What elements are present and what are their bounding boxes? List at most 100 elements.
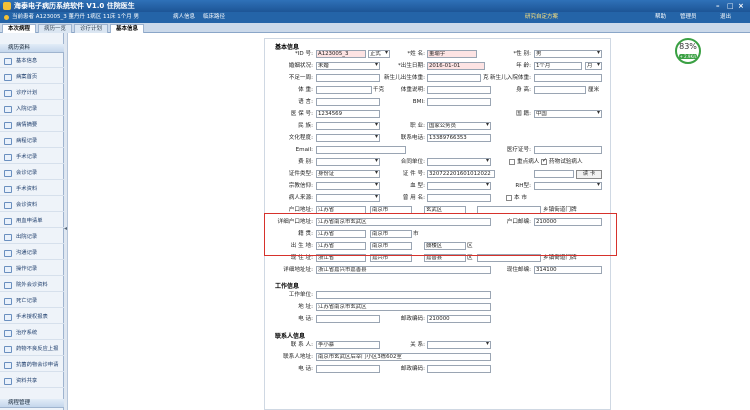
age-unit-select[interactable]: 月	[585, 62, 602, 70]
sidebar-item[interactable]: 出院记录	[0, 231, 64, 244]
newborn-weight-input[interactable]	[427, 74, 481, 82]
email-label: Email:	[295, 147, 313, 153]
close-icon[interactable]: ×	[738, 0, 744, 12]
contact-addr-input[interactable]: 南京市玄武区后宰门小区3栋602室	[316, 353, 491, 361]
sex-select[interactable]: 男	[534, 50, 602, 58]
bmi-input[interactable]	[427, 98, 491, 106]
height-input[interactable]	[534, 86, 586, 94]
weight-note-input[interactable]	[427, 86, 491, 94]
relation-select[interactable]	[427, 341, 491, 349]
sidebar-item[interactable]: 沟通记录	[0, 247, 64, 260]
document-icon	[4, 186, 12, 193]
tab-current-course[interactable]: 本次病程	[2, 24, 37, 33]
idno-extra-input[interactable]	[534, 170, 574, 178]
tab-basic-info[interactable]: 基本信息	[110, 24, 145, 33]
sidebar-item-label: 沟通记录	[16, 250, 38, 256]
marital-select[interactable]: 未婚	[316, 62, 380, 70]
rh-select[interactable]	[534, 182, 602, 190]
document-icon	[4, 298, 12, 305]
blood-select[interactable]	[427, 182, 491, 190]
sidebar-item[interactable]: 操作记录	[0, 263, 64, 276]
religion-select[interactable]	[316, 182, 380, 190]
document-icon	[4, 122, 12, 129]
workzip-input[interactable]: 210000	[427, 315, 491, 323]
current-detail-input[interactable]: 浙江省嘉兴市嘉善县	[316, 266, 491, 274]
sidebar-item[interactable]: 会诊记录	[0, 167, 64, 180]
source-select[interactable]	[316, 194, 380, 202]
sidebar-item[interactable]: 院外会诊资料	[0, 279, 64, 292]
weight-label: 体 重:	[298, 87, 313, 93]
sidebar-item[interactable]: 诊疗计划	[0, 87, 64, 100]
height-unit: 厘米	[588, 87, 600, 93]
email-input[interactable]	[316, 146, 406, 154]
sidebar-splitter[interactable]: ◂	[64, 33, 68, 410]
current-detail-label: 详细地址址:	[283, 267, 313, 273]
help-link[interactable]: 帮助	[655, 12, 666, 23]
sidebar-item[interactable]: 手术资料	[0, 183, 64, 196]
contact-zip-input[interactable]	[427, 365, 491, 373]
age-input[interactable]: 1个月	[534, 62, 582, 70]
nation-select[interactable]	[316, 122, 380, 130]
lang-input[interactable]	[316, 98, 380, 106]
maximize-icon[interactable]: □	[727, 0, 734, 12]
sidebar-item[interactable]: 治疗系统	[0, 327, 64, 340]
sidebar-item[interactable]: 手术记录	[0, 151, 64, 164]
vip-checkbox[interactable]	[509, 159, 515, 165]
birth-input[interactable]: 2016-01-01	[427, 62, 485, 70]
sidebar-item[interactable]: 病程记录	[0, 135, 64, 148]
weight-input[interactable]	[316, 86, 372, 94]
document-icon	[4, 170, 12, 177]
contact-phone-input[interactable]	[316, 365, 380, 373]
id-input[interactable]: A123005_3	[316, 50, 366, 58]
tab-treatment-plan[interactable]: 诊疗计划	[74, 24, 109, 33]
sidebar-item[interactable]: 药物不良反应上报	[0, 343, 64, 356]
phone-input[interactable]: 13389766353	[427, 134, 491, 142]
edu-select[interactable]	[316, 134, 380, 142]
contact-input[interactable]: 李小慕	[316, 341, 380, 349]
noweek-input[interactable]	[316, 74, 380, 82]
tab-record-list[interactable]: 病历一览	[38, 24, 73, 33]
newborn-in-input[interactable]	[534, 74, 602, 82]
workphone-input[interactable]	[316, 315, 380, 323]
notice-link[interactable]: 研究自定方案	[525, 12, 558, 23]
sidebar-item[interactable]: 死亡记录	[0, 295, 64, 308]
marital-label: 婚姻状况:	[288, 63, 313, 69]
sidebar-item[interactable]: 会诊资料	[0, 199, 64, 212]
alias-input[interactable]	[427, 194, 491, 202]
idno-input[interactable]: 320722201601012022	[427, 170, 495, 178]
local-checkbox[interactable]	[506, 195, 512, 201]
medcard-input[interactable]	[534, 146, 602, 154]
progress-badge: 83% + 2.9K/s	[675, 38, 701, 64]
patient-info-button[interactable]: 病人信息	[170, 12, 198, 23]
current-zip-input[interactable]: 314100	[534, 266, 602, 274]
minimize-icon[interactable]: –	[716, 0, 720, 12]
sidebar-item[interactable]: 抗菌药物会诊申请	[0, 359, 64, 372]
contract-select[interactable]	[427, 158, 491, 166]
name-input[interactable]: 董瑜宇	[427, 50, 477, 58]
job-select[interactable]: 国家公务员	[427, 122, 491, 130]
sidebar-item[interactable]: 手术授权报表	[0, 311, 64, 324]
sidebar-item-label: 用血申请单	[16, 218, 43, 224]
insurance-input[interactable]: 1234569	[316, 110, 380, 118]
idtype-select[interactable]: 身份证	[316, 170, 380, 178]
collapse-arrow-icon[interactable]: ◂	[64, 225, 67, 232]
workaddr-input[interactable]: 江苏省南京市玄武区	[316, 303, 491, 311]
workunit-input[interactable]	[316, 291, 491, 299]
clinical-path-button[interactable]: 临床路径	[200, 12, 228, 23]
document-icon	[4, 282, 12, 289]
edu-label: 文化程度:	[288, 135, 313, 141]
sidebar-item[interactable]: 基本信息	[0, 55, 64, 68]
fee-select[interactable]	[316, 158, 380, 166]
sidebar-item[interactable]: 病案首页	[0, 71, 64, 84]
newborn-weight-unit: 克	[483, 75, 489, 81]
sidebar-item[interactable]: 入院记录	[0, 103, 64, 116]
country-select[interactable]: 中国	[534, 110, 602, 118]
logout-link[interactable]: 退出	[720, 12, 731, 23]
sidebar-item[interactable]: 资料共享	[0, 375, 64, 388]
read-card-button[interactable]: 读 卡	[576, 170, 602, 179]
sidebar-footer[interactable]: 病程管理	[0, 399, 64, 408]
sidebar-item[interactable]: 病情摘要	[0, 119, 64, 132]
drug-checkbox[interactable]	[541, 157, 547, 165]
sidebar-item[interactable]: 用血申请单	[0, 215, 64, 228]
user-label: 管理员	[680, 14, 697, 20]
